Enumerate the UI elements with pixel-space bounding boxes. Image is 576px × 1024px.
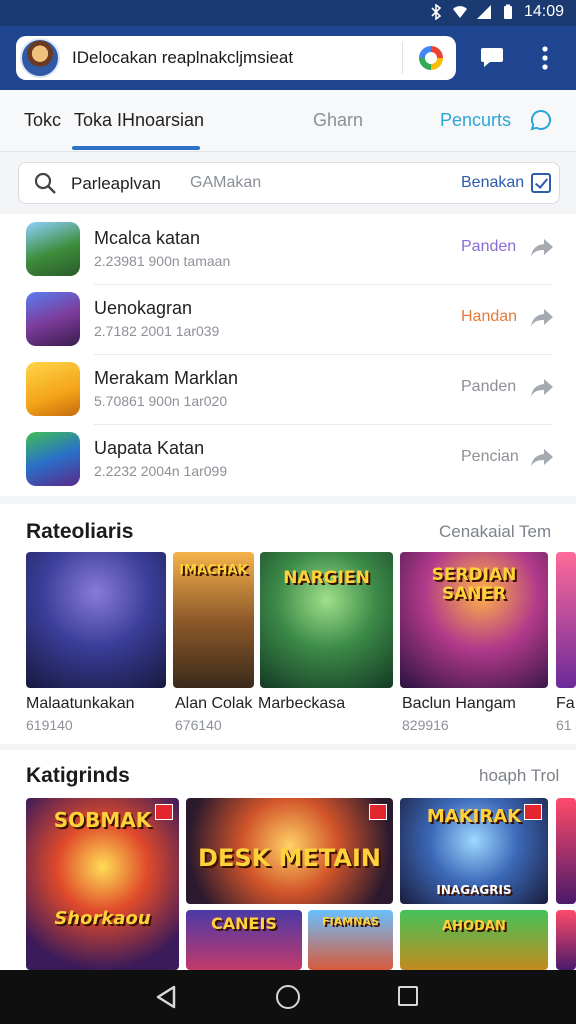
- tab-pencurts[interactable]: Pencurts: [440, 110, 511, 131]
- game-title[interactable]: Baclun Hangam: [402, 695, 516, 713]
- status-bar: 14:09: [0, 0, 576, 26]
- filter-bar[interactable]: Parleaplvan GAMakan Benakan: [18, 162, 560, 204]
- signal-icon: [476, 5, 491, 19]
- status-time: 14:09: [523, 3, 564, 20]
- game-art-title: IMACHAK: [179, 563, 248, 578]
- game-meta: 829916: [402, 717, 449, 733]
- system-nav-bar: [0, 970, 576, 1024]
- app-meta: 2.2232 2004n 1ar099: [94, 463, 228, 479]
- search-icon: [34, 172, 56, 194]
- app-name: Uenokagran: [94, 298, 193, 318]
- list-item[interactable]: Uenokagran 2.7182 2001 1ar039 Handan: [0, 284, 576, 354]
- app-meta: 2.23981 900n tamaan: [94, 253, 231, 269]
- tab-gharn[interactable]: Gharn: [313, 110, 363, 131]
- list-item[interactable]: Uapata Katan 2.2232 2004n 1ar099 Pencian: [0, 424, 576, 494]
- section-see-more-link[interactable]: hoaph Trol: [479, 766, 559, 786]
- tab-tokc[interactable]: Tokc: [24, 110, 61, 131]
- game-meta: 676140: [175, 717, 222, 733]
- game-art-title: FIAMNAS: [322, 915, 379, 928]
- game-art-title: INAGAGRIS: [436, 883, 512, 897]
- app-list: Mcalca katan 2.23981 900n tamaan Panden …: [0, 214, 576, 496]
- app-meta: 2.7182 2001 1ar039: [94, 323, 220, 339]
- filter-label: Parleaplvan: [71, 174, 161, 193]
- game-card-image[interactable]: [556, 910, 576, 970]
- app-meta: 5.70861 900n 1ar020: [94, 393, 228, 409]
- app-action-button[interactable]: Pencian: [461, 448, 519, 466]
- game-card-image[interactable]: IMACHAK: [173, 552, 254, 688]
- more-vert-icon[interactable]: [536, 44, 554, 72]
- game-meta: 61: [556, 717, 572, 733]
- game-card-image[interactable]: NARGIEN: [260, 552, 393, 688]
- google-icon[interactable]: [419, 46, 443, 70]
- battery-icon: [503, 4, 512, 19]
- filter-action[interactable]: Benakan: [461, 174, 524, 192]
- chat-icon[interactable]: [480, 46, 504, 68]
- app-action-button[interactable]: Panden: [461, 378, 516, 396]
- app-name: Mcalca katan: [94, 228, 201, 248]
- game-card-image[interactable]: [556, 798, 576, 904]
- app-name: Uapata Katan: [94, 438, 205, 458]
- share-icon[interactable]: [530, 378, 554, 398]
- app-action-button[interactable]: Panden: [461, 238, 516, 256]
- recents-icon[interactable]: [398, 986, 418, 1006]
- game-title[interactable]: Fa: [556, 695, 575, 713]
- app-header: IDelocakan reaplnakcljmsieat: [0, 26, 576, 90]
- search-text[interactable]: IDelocakan reaplnakcljmsieat: [72, 48, 293, 68]
- active-tab-indicator: [72, 146, 200, 150]
- game-card-image[interactable]: CANEIS: [186, 910, 302, 970]
- avatar[interactable]: [20, 38, 60, 78]
- section-title: Rateoliaris: [26, 520, 134, 543]
- section-katigrinds: Katigrinds hoaph Trol SOBMAK Shorkaou DE…: [0, 750, 576, 970]
- filter-sub-label: GAMakan: [190, 174, 262, 191]
- game-title[interactable]: Alan Colak: [175, 695, 252, 713]
- app-thumbnail[interactable]: [26, 362, 80, 416]
- game-card-image[interactable]: AHODAN: [400, 910, 548, 970]
- game-card-image[interactable]: FIAMNAS: [308, 910, 393, 970]
- game-meta: 619140: [26, 717, 73, 733]
- bluetooth-icon: [431, 4, 442, 20]
- game-card-image[interactable]: SOBMAK Shorkaou: [26, 798, 179, 970]
- app-thumbnail[interactable]: [26, 432, 80, 486]
- app-thumbnail[interactable]: [26, 292, 80, 346]
- section-title: Katigrinds: [26, 764, 130, 787]
- game-card-image[interactable]: [26, 552, 166, 688]
- badge-icon: [369, 804, 387, 820]
- help-bubble-icon[interactable]: [529, 108, 553, 132]
- filter-checkbox[interactable]: [531, 173, 551, 193]
- section-rateoliaris: Rateoliaris Cenakaial Tem IMACHAK NARGIE…: [0, 504, 576, 744]
- game-art-title: Shorkaou: [54, 908, 151, 929]
- game-title[interactable]: Malaatunkakan: [26, 695, 135, 713]
- share-icon[interactable]: [530, 238, 554, 258]
- share-icon[interactable]: [530, 308, 554, 328]
- list-item[interactable]: Mcalca katan 2.23981 900n tamaan Panden: [0, 214, 576, 284]
- game-art-title: SERDIAN SANER: [431, 565, 517, 604]
- tab-bar: Tokc Toka IHnoarsian Gharn Pencurts: [0, 90, 576, 152]
- game-art-title: MAKIRAK: [426, 806, 522, 827]
- app-name: Merakam Marklan: [94, 368, 239, 388]
- game-card-image[interactable]: SERDIAN SANER: [400, 552, 548, 688]
- share-icon[interactable]: [530, 448, 554, 468]
- game-card-image[interactable]: MAKIRAK INAGAGRIS: [400, 798, 548, 904]
- back-icon[interactable]: [154, 985, 180, 1009]
- app-action-button[interactable]: Handan: [461, 308, 517, 326]
- game-card-image[interactable]: DESK METAIN: [186, 798, 393, 904]
- game-art-title: NARGIEN: [283, 568, 370, 588]
- home-icon[interactable]: [276, 985, 300, 1009]
- game-art-title: DESK METAIN: [198, 844, 381, 872]
- divider: [402, 42, 403, 74]
- game-art-title: CANEIS: [211, 914, 277, 933]
- list-item[interactable]: Merakam Marklan 5.70861 900n 1ar020 Pand…: [0, 354, 576, 424]
- game-art-title: SOBMAK: [53, 808, 152, 832]
- wifi-icon: [452, 6, 467, 18]
- game-card-image[interactable]: [556, 552, 576, 688]
- game-art-title: AHODAN: [442, 919, 506, 934]
- search-bar[interactable]: IDelocakan reaplnakcljmsieat: [16, 36, 456, 80]
- section-see-more-link[interactable]: Cenakaial Tem: [439, 522, 551, 542]
- tab-toka[interactable]: Toka IHnoarsian: [74, 110, 204, 131]
- game-title[interactable]: Marbeckasa: [258, 695, 345, 713]
- app-thumbnail[interactable]: [26, 222, 80, 276]
